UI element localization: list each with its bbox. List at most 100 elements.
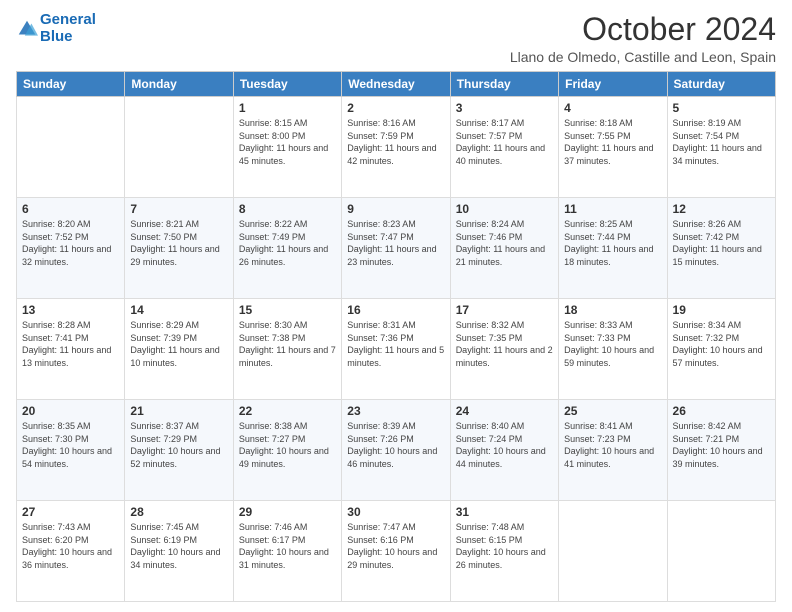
calendar-cell-w3-d2: 14 Sunrise: 8:29 AM Sunset: 7:39 PM Dayli… <box>125 299 233 400</box>
day-info: Sunrise: 8:21 AM Sunset: 7:50 PM Dayligh… <box>130 218 227 268</box>
day-info: Sunrise: 8:40 AM Sunset: 7:24 PM Dayligh… <box>456 420 553 470</box>
day-number: 19 <box>673 303 770 317</box>
day-info: Sunrise: 8:26 AM Sunset: 7:42 PM Dayligh… <box>673 218 770 268</box>
calendar-cell-w5-d1: 27Sunrise: 7:43 AM Sunset: 6:20 PM Dayli… <box>17 501 125 602</box>
col-thursday: Thursday <box>450 72 558 97</box>
calendar-cell-w3-d7: 19 Sunrise: 8:34 AM Sunset: 7:32 PM Dayli… <box>667 299 775 400</box>
calendar-cell-w1-d7: 5 Sunrise: 8:19 AM Sunset: 7:54 PM Daylig… <box>667 97 775 198</box>
day-number: 5 <box>673 101 770 115</box>
col-wednesday: Wednesday <box>342 72 450 97</box>
calendar-cell-w3-d3: 15 Sunrise: 8:30 AM Sunset: 7:38 PM Dayli… <box>233 299 341 400</box>
day-number: 17 <box>456 303 553 317</box>
calendar-week-4: 20 Sunrise: 8:35 AM Sunset: 7:30 PM Dayli… <box>17 400 776 501</box>
day-info: Sunrise: 7:46 AM Sunset: 6:17 PM Dayligh… <box>239 521 336 571</box>
calendar-cell-w3-d6: 18Sunrise: 8:33 AM Sunset: 7:33 PM Dayli… <box>559 299 667 400</box>
day-number: 24 <box>456 404 553 418</box>
day-info: Sunrise: 8:42 AM Sunset: 7:21 PM Dayligh… <box>673 420 770 470</box>
day-number: 7 <box>130 202 227 216</box>
calendar-week-1: 1 Sunrise: 8:15 AM Sunset: 8:00 PM Daylig… <box>17 97 776 198</box>
day-number: 12 <box>673 202 770 216</box>
day-number: 3 <box>456 101 553 115</box>
day-info: Sunrise: 8:29 AM Sunset: 7:39 PM Dayligh… <box>130 319 227 369</box>
day-info: Sunrise: 8:30 AM Sunset: 7:38 PM Dayligh… <box>239 319 336 369</box>
location-title: Llano de Olmedo, Castille and Leon, Spai… <box>510 49 776 65</box>
day-number: 29 <box>239 505 336 519</box>
calendar-week-3: 13 Sunrise: 8:28 AM Sunset: 7:41 PM Dayli… <box>17 299 776 400</box>
day-info: Sunrise: 8:39 AM Sunset: 7:26 PM Dayligh… <box>347 420 444 470</box>
header: General Blue October 2024 Llano de Olmed… <box>16 12 776 65</box>
day-number: 30 <box>347 505 444 519</box>
calendar-cell-w4-d3: 22 Sunrise: 8:38 AM Sunset: 7:27 PM Dayli… <box>233 400 341 501</box>
logo-icon <box>16 18 38 40</box>
day-number: 8 <box>239 202 336 216</box>
day-info: Sunrise: 8:22 AM Sunset: 7:49 PM Dayligh… <box>239 218 336 268</box>
day-number: 6 <box>22 202 119 216</box>
calendar-week-5: 27Sunrise: 7:43 AM Sunset: 6:20 PM Dayli… <box>17 501 776 602</box>
calendar-cell-w1-d3: 1 Sunrise: 8:15 AM Sunset: 8:00 PM Daylig… <box>233 97 341 198</box>
calendar-cell-w4-d4: 23 Sunrise: 8:39 AM Sunset: 7:26 PM Dayli… <box>342 400 450 501</box>
day-info: Sunrise: 7:47 AM Sunset: 6:16 PM Dayligh… <box>347 521 444 571</box>
day-info: Sunrise: 8:31 AM Sunset: 7:36 PM Dayligh… <box>347 319 444 369</box>
calendar-cell-w1-d1 <box>17 97 125 198</box>
day-number: 2 <box>347 101 444 115</box>
col-monday: Monday <box>125 72 233 97</box>
day-info: Sunrise: 8:18 AM Sunset: 7:55 PM Dayligh… <box>564 117 661 167</box>
calendar-cell-w5-d7 <box>667 501 775 602</box>
calendar-cell-w1-d4: 2Sunrise: 8:16 AM Sunset: 7:59 PM Daylig… <box>342 97 450 198</box>
day-number: 28 <box>130 505 227 519</box>
day-number: 26 <box>673 404 770 418</box>
col-friday: Friday <box>559 72 667 97</box>
calendar-cell-w4-d7: 26 Sunrise: 8:42 AM Sunset: 7:21 PM Dayli… <box>667 400 775 501</box>
day-info: Sunrise: 8:41 AM Sunset: 7:23 PM Dayligh… <box>564 420 661 470</box>
day-info: Sunrise: 7:45 AM Sunset: 6:19 PM Dayligh… <box>130 521 227 571</box>
calendar-cell-w2-d5: 10Sunrise: 8:24 AM Sunset: 7:46 PM Dayli… <box>450 198 558 299</box>
day-number: 11 <box>564 202 661 216</box>
calendar-cell-w2-d3: 8 Sunrise: 8:22 AM Sunset: 7:49 PM Daylig… <box>233 198 341 299</box>
day-number: 9 <box>347 202 444 216</box>
day-number: 4 <box>564 101 661 115</box>
day-number: 22 <box>239 404 336 418</box>
calendar-cell-w1-d5: 3Sunrise: 8:17 AM Sunset: 7:57 PM Daylig… <box>450 97 558 198</box>
day-number: 10 <box>456 202 553 216</box>
calendar-table: Sunday Monday Tuesday Wednesday Thursday… <box>16 71 776 602</box>
day-info: Sunrise: 8:23 AM Sunset: 7:47 PM Dayligh… <box>347 218 444 268</box>
day-number: 13 <box>22 303 119 317</box>
day-info: Sunrise: 8:38 AM Sunset: 7:27 PM Dayligh… <box>239 420 336 470</box>
day-info: Sunrise: 7:48 AM Sunset: 6:15 PM Dayligh… <box>456 521 553 571</box>
day-number: 27 <box>22 505 119 519</box>
day-number: 20 <box>22 404 119 418</box>
col-saturday: Saturday <box>667 72 775 97</box>
calendar-cell-w3-d4: 16Sunrise: 8:31 AM Sunset: 7:36 PM Dayli… <box>342 299 450 400</box>
day-number: 1 <box>239 101 336 115</box>
calendar-week-2: 6 Sunrise: 8:20 AM Sunset: 7:52 PM Daylig… <box>17 198 776 299</box>
day-info: Sunrise: 8:32 AM Sunset: 7:35 PM Dayligh… <box>456 319 553 369</box>
day-info: Sunrise: 8:25 AM Sunset: 7:44 PM Dayligh… <box>564 218 661 268</box>
calendar-cell-w1-d2 <box>125 97 233 198</box>
calendar-cell-w5-d6 <box>559 501 667 602</box>
day-number: 31 <box>456 505 553 519</box>
day-info: Sunrise: 8:20 AM Sunset: 7:52 PM Dayligh… <box>22 218 119 268</box>
logo-line2: Blue <box>40 28 73 45</box>
title-block: October 2024 Llano de Olmedo, Castille a… <box>510 12 776 65</box>
day-info: Sunrise: 8:34 AM Sunset: 7:32 PM Dayligh… <box>673 319 770 369</box>
calendar-cell-w4-d2: 21Sunrise: 8:37 AM Sunset: 7:29 PM Dayli… <box>125 400 233 501</box>
calendar-cell-w2-d7: 12 Sunrise: 8:26 AM Sunset: 7:42 PM Dayli… <box>667 198 775 299</box>
calendar-cell-w1-d6: 4 Sunrise: 8:18 AM Sunset: 7:55 PM Daylig… <box>559 97 667 198</box>
calendar-cell-w5-d5: 31 Sunrise: 7:48 AM Sunset: 6:15 PM Dayli… <box>450 501 558 602</box>
day-info: Sunrise: 8:15 AM Sunset: 8:00 PM Dayligh… <box>239 117 336 167</box>
calendar-cell-w2-d1: 6 Sunrise: 8:20 AM Sunset: 7:52 PM Daylig… <box>17 198 125 299</box>
day-number: 14 <box>130 303 227 317</box>
day-info: Sunrise: 8:35 AM Sunset: 7:30 PM Dayligh… <box>22 420 119 470</box>
page: General Blue October 2024 Llano de Olmed… <box>0 0 792 612</box>
logo-line1: General <box>40 11 96 28</box>
day-number: 23 <box>347 404 444 418</box>
day-number: 15 <box>239 303 336 317</box>
calendar-cell-w4-d5: 24 Sunrise: 8:40 AM Sunset: 7:24 PM Dayli… <box>450 400 558 501</box>
calendar-cell-w2-d6: 11 Sunrise: 8:25 AM Sunset: 7:44 PM Dayli… <box>559 198 667 299</box>
day-info: Sunrise: 8:37 AM Sunset: 7:29 PM Dayligh… <box>130 420 227 470</box>
calendar-cell-w3-d1: 13 Sunrise: 8:28 AM Sunset: 7:41 PM Dayli… <box>17 299 125 400</box>
day-info: Sunrise: 8:28 AM Sunset: 7:41 PM Dayligh… <box>22 319 119 369</box>
logo: General Blue <box>16 12 96 45</box>
calendar-cell-w4-d1: 20 Sunrise: 8:35 AM Sunset: 7:30 PM Dayli… <box>17 400 125 501</box>
day-info: Sunrise: 8:19 AM Sunset: 7:54 PM Dayligh… <box>673 117 770 167</box>
